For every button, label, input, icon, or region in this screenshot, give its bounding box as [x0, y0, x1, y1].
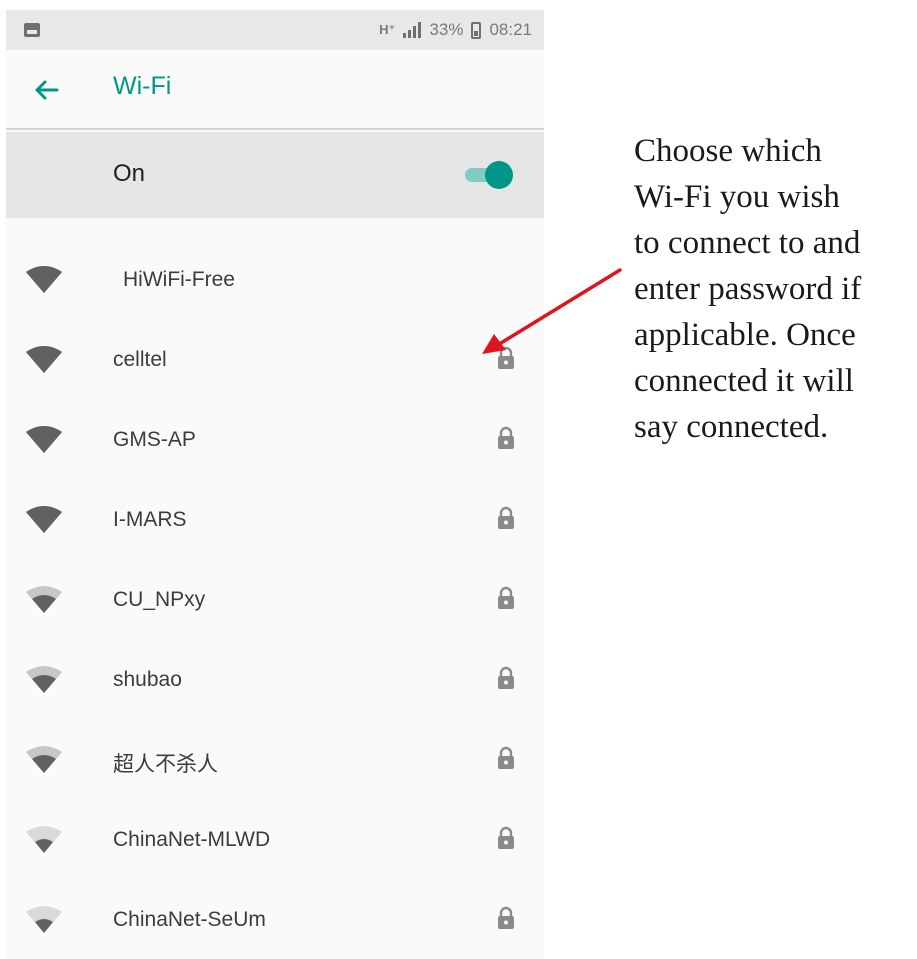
- network-row[interactable]: shubao: [6, 640, 544, 720]
- lock-icon: [498, 426, 514, 449]
- wifi-signal-icon: [26, 346, 62, 373]
- image-notification-icon: [24, 23, 40, 37]
- red-arrow-icon: [482, 268, 622, 354]
- annotation-line: enter password if: [634, 271, 862, 307]
- annotation-line: Choose which: [634, 133, 822, 169]
- lock-icon: [498, 746, 514, 769]
- status-bar: H⁺ 33% 08:21: [6, 10, 544, 50]
- network-row[interactable]: ChinaNet-MLWD: [6, 800, 544, 880]
- clock: 08:21: [489, 20, 532, 39]
- network-name: celltel: [113, 348, 167, 371]
- wifi-toggle[interactable]: [465, 159, 513, 189]
- battery-icon: [471, 21, 482, 39]
- annotation-line: applicable. Once: [634, 317, 856, 353]
- wifi-signal-icon: [26, 266, 62, 293]
- lock-icon: [498, 906, 514, 929]
- wifi-signal-icon: [26, 586, 62, 613]
- network-name: ChinaNet-SeUm: [113, 908, 266, 931]
- wifi-signal-icon: [26, 666, 62, 693]
- wifi-signal-icon: [26, 506, 62, 533]
- network-name: 超人不杀人: [113, 753, 218, 776]
- network-name: HiWiFi-Free: [123, 268, 235, 291]
- network-row[interactable]: ChinaNet-SeUm: [6, 880, 544, 959]
- wifi-master-switch-row[interactable]: On: [6, 132, 544, 218]
- battery-percent: 33%: [429, 20, 464, 39]
- lock-icon: [498, 586, 514, 609]
- network-row[interactable]: celltel: [6, 320, 544, 400]
- network-name: GMS-AP: [113, 428, 196, 451]
- wifi-signal-icon: [26, 426, 62, 453]
- network-type-label: H⁺: [379, 22, 396, 37]
- network-list: HiWiFi-Free celltel GMS-AP I-MARS CU_NPxyshu…: [6, 240, 544, 959]
- annotation-line: to connect to and: [634, 225, 861, 261]
- network-name: ChinaNet-MLWD: [113, 828, 271, 851]
- annotation-line: say connected.: [634, 409, 829, 445]
- lock-icon: [498, 826, 514, 849]
- network-row[interactable]: HiWiFi-Free: [6, 240, 544, 320]
- network-row[interactable]: CU_NPxy: [6, 560, 544, 640]
- wifi-signal-icon: [26, 746, 62, 773]
- annotation-line: connected it will: [634, 363, 854, 399]
- lock-icon: [498, 506, 514, 529]
- network-row[interactable]: GMS-AP: [6, 400, 544, 480]
- status-indicators: H⁺ 33% 08:21: [379, 10, 532, 50]
- phone-screen: H⁺ 33% 08:21 Wi-Fi On HiWiFi-Free celltel…: [6, 10, 544, 959]
- instruction-annotation: Choose which Wi-Fi you wish to connect to …: [634, 128, 917, 450]
- toggle-thumb: [485, 161, 513, 189]
- network-name: I-MARS: [113, 508, 187, 531]
- app-bar: Wi-Fi: [6, 50, 544, 130]
- switch-label: On: [113, 160, 146, 187]
- wifi-signal-icon: [26, 906, 62, 933]
- network-name: shubao: [113, 668, 182, 691]
- cell-signal-icon: [403, 22, 422, 38]
- network-row[interactable]: I-MARS: [6, 480, 544, 560]
- wifi-signal-icon: [26, 826, 62, 853]
- network-row[interactable]: 超人不杀人: [6, 720, 544, 800]
- lock-icon: [498, 666, 514, 689]
- network-name: CU_NPxy: [113, 588, 206, 611]
- arrow-back-icon[interactable]: [30, 74, 62, 106]
- annotation-line: Wi-Fi you wish: [634, 179, 840, 215]
- page-title: Wi-Fi: [113, 72, 172, 100]
